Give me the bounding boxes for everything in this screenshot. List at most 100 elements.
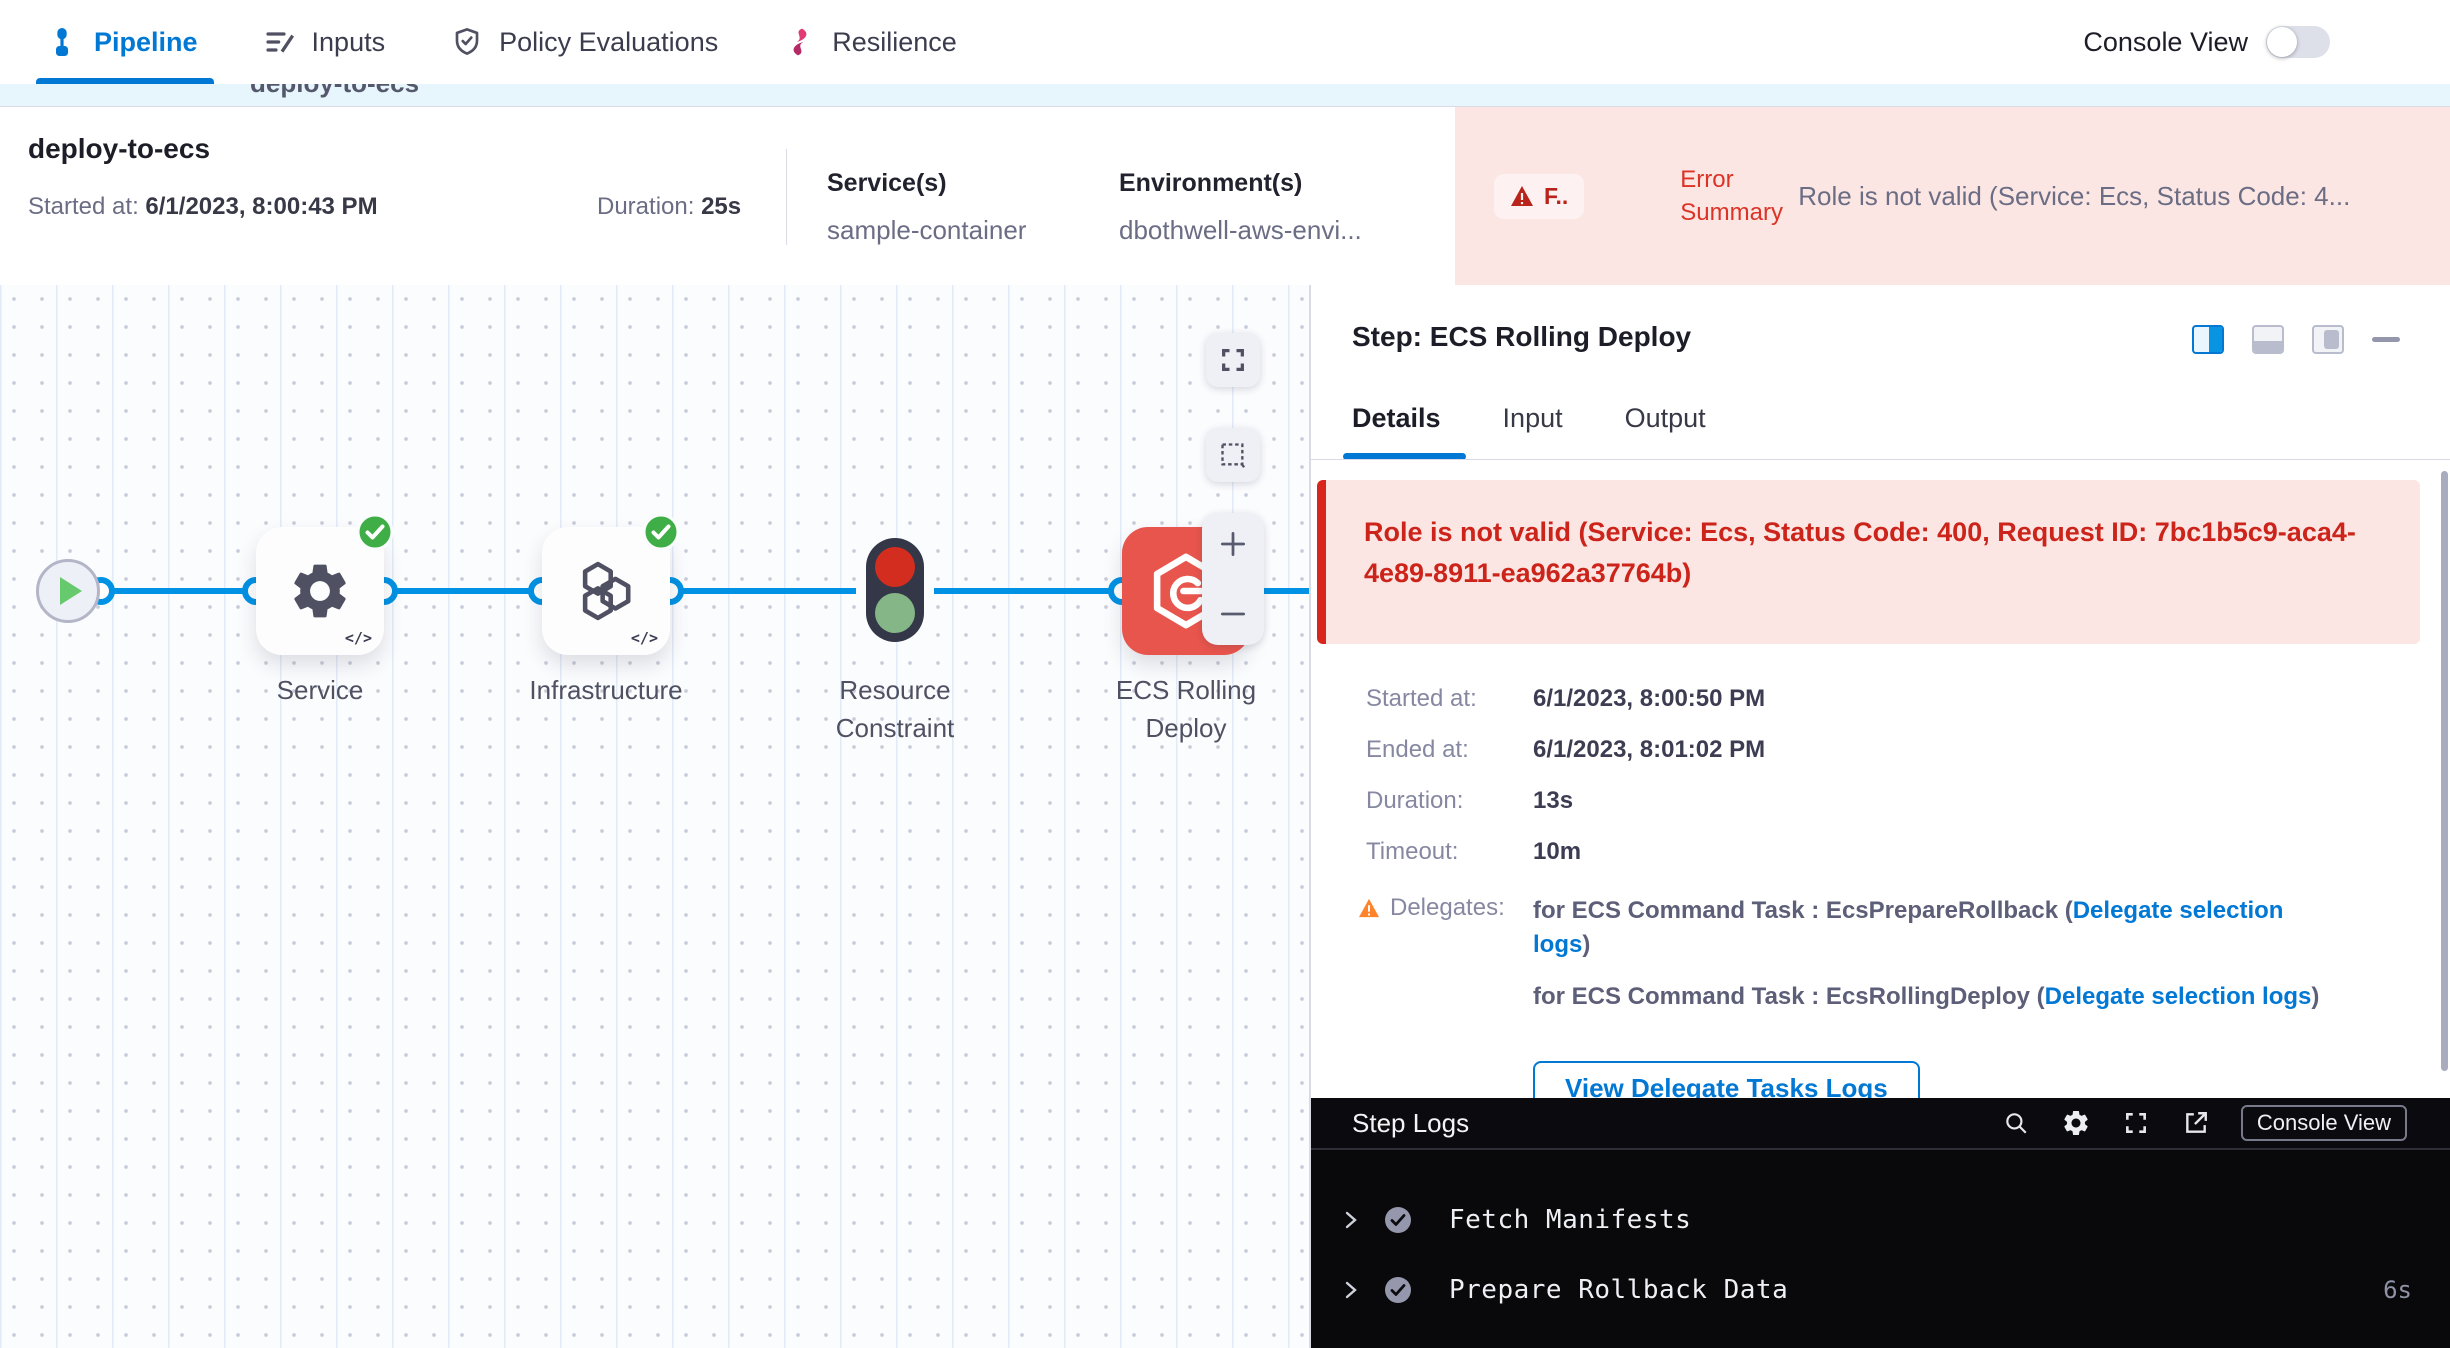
start-node[interactable] [36,559,100,623]
error-summary-banner: F.. Error Summary Role is not valid (Ser… [1455,107,2450,285]
pipeline-name: deploy-to-ecs [28,133,210,165]
infrastructure-node[interactable]: </> [542,527,670,655]
success-badge-icon [356,513,394,551]
inputs-icon [264,26,296,58]
services-value[interactable]: sample-container [827,215,1026,246]
expand-logs-button[interactable] [2121,1108,2151,1138]
tab-resilience-label: Resilience [832,27,957,58]
infrastructure-node-label: Infrastructure [496,671,716,709]
environments-value[interactable]: dbothwell-aws-envi... [1119,215,1362,246]
tab-output[interactable]: Output [1625,403,1706,434]
delegates-label: Delegates: [1390,894,1505,922]
log-settings-button[interactable] [2061,1108,2091,1138]
step-logs-section: Step Logs Con [1311,1098,2450,1348]
detail-label: Started at: [1311,685,1533,713]
top-navbar: Pipeline Inputs Policy Evaluations Resil… [0,0,2450,84]
shield-check-icon [451,26,483,58]
tab-pipeline-label: Pipeline [94,27,198,58]
chevron-right-icon[interactable] [1341,1210,1361,1230]
resource-constraint-node[interactable] [866,538,924,642]
console-view-button[interactable]: Console View [2241,1105,2407,1141]
gear-icon [2061,1108,2091,1138]
detail-row-duration: Duration: 13s [1311,787,2351,815]
active-tab-underline [36,78,214,84]
hexagons-icon [571,556,641,626]
duration: Duration: 25s [597,193,741,221]
chevron-right-icon[interactable] [1341,1280,1361,1300]
detail-row-delegates: Delegates: for ECS Command Task : EcsPre… [1311,894,2351,1032]
step-error-banner: Role is not valid (Service: Ecs, Status … [1317,480,2420,644]
canvas-fullscreen-button[interactable] [1206,333,1260,387]
delegates-list: for ECS Command Task : EcsPrepareRollbac… [1533,894,2323,1032]
divider [786,149,787,245]
delegate-selection-logs-link[interactable]: Delegate selection logs [2045,983,2312,1010]
plus-icon [1218,529,1248,559]
resource-constraint-node-label: Resource Constraint [805,671,985,747]
detail-label: Timeout: [1311,838,1533,866]
delegate-text: for ECS Command Task : EcsRollingDeploy … [1533,983,2045,1010]
step-details-list: Started at: 6/1/2023, 8:00:50 PM Ended a… [1311,685,2351,1116]
play-icon [60,577,82,605]
service-node-label: Service [210,671,430,709]
canvas-marquee-select-button[interactable] [1206,428,1260,482]
started-at-label: Started at: [28,193,145,220]
resilience-icon [784,26,816,58]
layout-floating-button[interactable] [2312,325,2344,354]
search-logs-button[interactable] [2001,1108,2031,1138]
error-summary-text: Role is not valid (Service: Ecs, Status … [1798,181,2350,212]
error-summary-label: Error Summary [1680,163,1798,229]
open-logs-new-tab-button[interactable] [2181,1108,2211,1138]
tab-resilience[interactable]: Resilience [784,26,957,58]
pipeline-connectors [0,285,1309,1348]
detail-row-started-at: Started at: 6/1/2023, 8:00:50 PM [1311,685,2351,713]
tab-pipeline[interactable]: Pipeline [46,26,198,58]
started-at-value: 6/1/2023, 8:00:43 PM [145,193,377,220]
delegate-line: for ECS Command Task : EcsRollingDeploy … [1533,980,2323,1014]
log-row-fetch-manifests[interactable]: Fetch Manifests [1311,1198,2450,1242]
log-step-duration: 6s [2383,1276,2412,1304]
zoom-in-button[interactable] [1216,527,1250,561]
traffic-light-red [875,547,915,587]
tab-policy-evaluations[interactable]: Policy Evaluations [451,26,718,58]
duration-label: Duration: [597,193,701,220]
detail-label: Ended at: [1311,736,1533,764]
detail-value: 13s [1533,787,1573,815]
detail-label: Duration: [1311,787,1533,815]
detail-row-ended-at: Ended at: 6/1/2023, 8:01:02 PM [1311,736,2351,764]
pipeline-icon [46,26,78,58]
scrolled-breadcrumb-strip: deploy-to-ecs [0,84,2450,106]
zoom-controls [1202,513,1264,645]
tab-input[interactable]: Input [1503,403,1563,434]
status-badge: F.. [1494,174,1584,219]
detail-value: 10m [1533,838,1581,866]
divider [1311,459,2450,460]
panel-scrollbar[interactable] [2441,471,2448,1071]
log-step-label: Fetch Manifests [1449,1205,1691,1235]
pipeline-canvas[interactable]: </> Service </> Infrastructure Resource … [0,285,1309,1348]
tab-details[interactable]: Details [1352,403,1441,434]
layout-right-split-button[interactable] [2192,325,2224,354]
detail-value: 6/1/2023, 8:00:50 PM [1533,685,1765,713]
step-logs-actions: Console View [2001,1105,2407,1141]
check-circle-icon [1383,1205,1413,1235]
ecs-rolling-deploy-node-label: ECS Rolling Deploy [1076,671,1296,747]
code-icon: </> [631,629,658,647]
tab-inputs[interactable]: Inputs [264,26,386,58]
warning-icon [1358,898,1380,918]
layout-bottom-split-button[interactable] [2252,325,2284,354]
duration-value: 25s [701,193,741,220]
log-row-prepare-rollback-data[interactable]: Prepare Rollback Data 6s [1311,1268,2450,1312]
console-view-toggle[interactable] [2266,26,2330,58]
delegate-text: ) [1582,931,1590,958]
panel-layout-controls [2192,325,2400,354]
step-logs-body: Fetch Manifests Prepare Rollback Data 6s [1311,1148,2450,1348]
traffic-light-green [875,593,915,633]
step-logs-title: Step Logs [1352,1108,1469,1139]
tab-inputs-label: Inputs [312,27,386,58]
warning-icon [1510,185,1534,207]
check-circle-icon [1383,1275,1413,1305]
zoom-out-button[interactable] [1216,597,1250,631]
minimize-panel-button[interactable] [2372,337,2400,342]
service-node[interactable]: </> [256,527,384,655]
open-in-new-icon [2183,1110,2209,1136]
